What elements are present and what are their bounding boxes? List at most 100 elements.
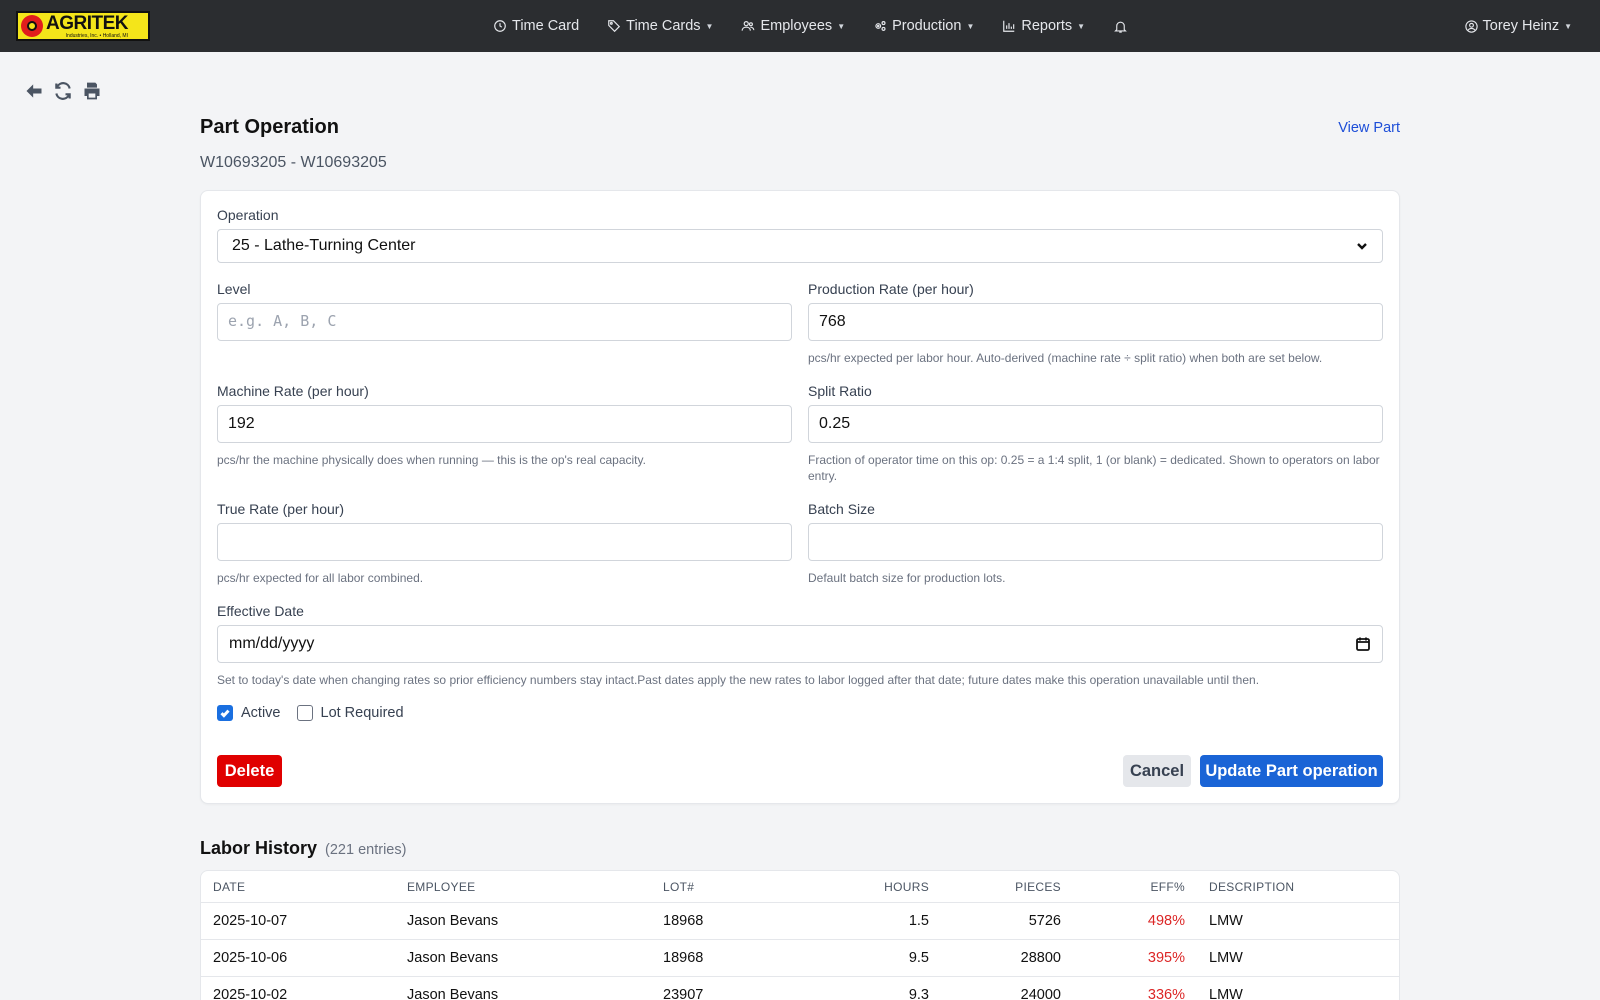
cell-date: 2025-10-02 — [213, 987, 288, 1000]
cell-lot: 18968 — [663, 950, 704, 966]
caret-down-icon: ▼ — [966, 21, 975, 31]
labor-history-table: DATE EMPLOYEE LOT# HOURS PIECES EFF% DES… — [200, 870, 1400, 1000]
cell-date: 2025-10-07 — [213, 913, 288, 929]
operation-selected-value: 25 - Lathe-Turning Center — [232, 237, 416, 254]
top-navbar: AGRITEK Industries, Inc. • Holland, MI T… — [0, 0, 1600, 52]
caret-down-icon: ▼ — [1077, 21, 1086, 31]
caret-down-icon: ▼ — [837, 21, 846, 31]
back-button[interactable] — [23, 80, 45, 102]
machine-rate-input[interactable] — [217, 405, 792, 443]
printer-icon — [84, 82, 100, 100]
effective-date-help: Set to today's date when changing rates … — [217, 673, 1260, 687]
production-rate-label: Production Rate (per hour) — [808, 281, 974, 297]
user-menu[interactable]: Torey Heinz ▼ — [1464, 0, 1572, 52]
table-row[interactable]: 2025-10-06 Jason Bevans 18968 9.5 28800 … — [201, 940, 1399, 977]
logo-subtitle: Industries, Inc. • Holland, MI — [65, 32, 128, 39]
view-part-link[interactable]: View Part — [1338, 120, 1400, 136]
check-icon — [220, 709, 230, 718]
agritek-logo[interactable]: AGRITEK Industries, Inc. • Holland, MI — [16, 11, 150, 41]
nav-time-cards-label: Time Cards — [626, 18, 701, 34]
notifications-bell[interactable] — [1113, 19, 1128, 34]
nav-employees-label: Employees — [760, 18, 833, 34]
tags-icon — [608, 20, 621, 33]
operation-label: Operation — [217, 207, 279, 223]
production-rate-input[interactable] — [808, 303, 1383, 341]
caret-down-icon: ▼ — [1564, 21, 1572, 31]
cell-eff: 336% — [1147, 987, 1185, 1000]
split-ratio-help: Fraction of operator time on this op: 0.… — [808, 453, 1380, 483]
labor-history-header: Labor History (221 entries) — [200, 838, 1400, 859]
nav-reports-label: Reports — [1021, 18, 1073, 34]
column-header-eff[interactable]: EFF% — [1061, 880, 1185, 894]
cogs-icon — [875, 21, 886, 31]
active-checkbox[interactable] — [217, 705, 233, 721]
cell-employee: Jason Bevans — [407, 913, 499, 929]
logo-mark-icon — [21, 15, 43, 37]
page-tools — [23, 80, 110, 102]
column-header-description[interactable]: DESCRIPTION — [1185, 880, 1399, 894]
column-header-lot[interactable]: LOT# — [663, 880, 783, 894]
part-number-subtitle: W10693205 - W10693205 — [200, 154, 387, 171]
cell-pieces: 5726 — [1028, 913, 1061, 929]
cell-description: LMW — [1209, 913, 1243, 929]
true-rate-label: True Rate (per hour) — [217, 501, 345, 517]
calendar-icon — [1356, 637, 1370, 651]
effective-date-value: mm/dd/yyyy — [229, 635, 315, 652]
cell-date: 2025-10-06 — [213, 950, 288, 966]
bar-chart-icon — [1003, 20, 1015, 32]
labor-history-title: Labor History — [200, 838, 318, 858]
column-header-date[interactable]: DATE — [201, 880, 407, 894]
lot-required-checkbox[interactable] — [296, 705, 313, 721]
cell-employee: Jason Bevans — [407, 987, 499, 1000]
true-rate-input[interactable] — [217, 523, 792, 561]
batch-size-input[interactable] — [808, 523, 1383, 561]
cell-eff: 498% — [1147, 913, 1185, 929]
cell-description: LMW — [1209, 987, 1243, 1000]
cancel-button[interactable]: Cancel — [1123, 755, 1191, 787]
batch-size-help: Default batch size for production lots. — [808, 571, 1006, 585]
refresh-button[interactable] — [52, 80, 74, 102]
part-operation-form: Operation 25 - Lathe-Turning Center Leve… — [200, 190, 1400, 804]
user-name: Torey Heinz — [1482, 18, 1560, 34]
nav-time-cards[interactable]: Time Cards ▼ — [607, 18, 713, 34]
delete-button[interactable]: Delete — [217, 755, 282, 787]
nav-employees[interactable]: Employees ▼ — [741, 18, 845, 34]
nav-reports[interactable]: Reports ▼ — [1002, 18, 1085, 34]
main-nav: Time Card Time Cards ▼ Employees ▼ Produ… — [493, 0, 1128, 52]
table-row[interactable]: 2025-10-07 Jason Bevans 18968 1.5 5726 4… — [201, 903, 1399, 940]
machine-rate-help: pcs/hr the machine physically does when … — [217, 453, 646, 467]
labor-history-count: (221 entries) — [325, 842, 407, 858]
users-icon — [742, 21, 755, 31]
print-button[interactable] — [81, 80, 103, 102]
bell-icon — [1114, 21, 1127, 33]
nav-production[interactable]: Production ▼ — [873, 18, 974, 34]
caret-down-icon: ▼ — [705, 21, 714, 31]
column-header-pieces[interactable]: PIECES — [929, 880, 1061, 894]
production-rate-help: pcs/hr expected per labor hour. Auto-der… — [808, 351, 1323, 365]
batch-size-label: Batch Size — [808, 501, 875, 517]
column-header-employee[interactable]: EMPLOYEE — [407, 880, 663, 894]
split-ratio-input[interactable] — [808, 405, 1383, 443]
machine-rate-label: Machine Rate (per hour) — [217, 383, 369, 399]
true-rate-help: pcs/hr expected for all labor combined. — [217, 571, 424, 585]
cell-lot: 23907 — [663, 987, 704, 1000]
operation-select[interactable]: 25 - Lathe-Turning Center — [217, 229, 1383, 263]
cell-employee: Jason Bevans — [407, 950, 499, 966]
page-title: Part Operation — [200, 116, 339, 138]
effective-date-input[interactable]: mm/dd/yyyy — [217, 625, 1383, 663]
column-header-hours[interactable]: HOURS — [783, 880, 929, 894]
chevron-down-icon — [1357, 243, 1367, 250]
refresh-icon — [55, 82, 71, 100]
active-checkbox-label: Active — [241, 705, 281, 721]
cell-description: LMW — [1209, 950, 1243, 966]
cell-hours: 9.3 — [908, 987, 929, 1000]
main-content: Part Operation View Part W10693205 - W10… — [200, 112, 1400, 1000]
effective-date-label: Effective Date — [217, 603, 304, 619]
nav-time-card[interactable]: Time Card — [493, 18, 579, 34]
table-row[interactable]: 2025-10-02 Jason Bevans 23907 9.3 24000 … — [201, 977, 1399, 1000]
update-part-operation-button[interactable]: Update Part operation — [1200, 755, 1383, 787]
lot-required-checkbox-label: Lot Required — [320, 705, 404, 721]
level-input[interactable] — [217, 303, 792, 341]
table-header: DATE EMPLOYEE LOT# HOURS PIECES EFF% DES… — [201, 871, 1399, 903]
logo-name: AGRITEK — [46, 12, 129, 34]
